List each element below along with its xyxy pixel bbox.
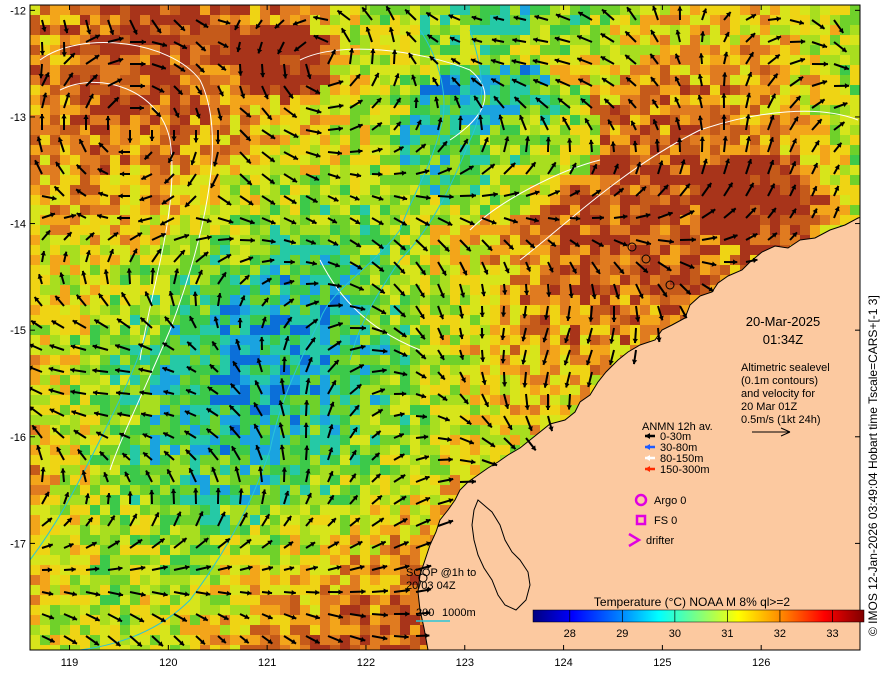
lat-tick-label: -12 [10,5,26,17]
lon-tick-label: 120 [159,657,177,669]
lat-tick-label: -17 [10,538,26,550]
colorbar-tick-label: 29 [616,628,628,640]
lat-tick-label: -15 [10,325,26,337]
timestamp-date: 20-Mar-2025 [746,314,820,329]
colorbar-tick-label: 31 [721,628,733,640]
altimetry-line: and velocity for [741,388,815,400]
isobath-label-200: 200 [416,607,434,619]
altimetry-line: Altimetric sealevel [741,362,830,374]
colorbar-tick-label: 32 [774,628,786,640]
lat-tick-label: -13 [10,112,26,124]
lon-tick-label: 125 [653,657,671,669]
anmn-legend-label: 150-300m [660,464,710,476]
colorbar-gradient [532,609,865,623]
map-plot-area [30,5,860,650]
isobath-legend: 200 1000m [416,607,476,622]
isobath-label-1000: 1000m [442,607,476,619]
lon-tick-label: 119 [61,657,79,669]
sst-map-figure: 119 120 121 122 123 124 125 126 -12 -13 -14 -15 -16… [10,4,880,669]
colorbar-title: Temperature (°C) NOAA M 8% ql>=2 [594,595,791,609]
colorbar-tick-label: 28 [564,628,576,640]
soop-line1: SOOP @1h to [406,567,476,579]
soop-line2: 20/03 04Z [406,580,456,592]
lat-tick-label: -14 [10,219,26,231]
lon-tick-label: 124 [554,657,572,669]
lon-tick-label: 123 [456,657,474,669]
argo-label: Argo 0 [654,495,686,507]
altimetry-line: 20 Mar 01Z [741,401,798,413]
fs-label: FS 0 [654,515,677,527]
drifter-label: drifter [646,535,674,547]
colorbar-tick-label: 30 [669,628,681,640]
lon-tick-label: 126 [752,657,770,669]
timestamp-time: 01:34Z [763,332,804,347]
credit-line: © IMOS 12-Jan-2026 03:49:04 Hobart time … [866,295,880,636]
lat-tick-label: -16 [10,432,26,444]
altimetry-line: (0.1m contours) [741,375,818,387]
altimetry-line: 0.5m/s (1kt 24h) [741,414,820,426]
lon-tick-label: 122 [357,657,375,669]
lon-tick-label: 121 [258,657,276,669]
colorbar-tick-label: 33 [826,628,838,640]
